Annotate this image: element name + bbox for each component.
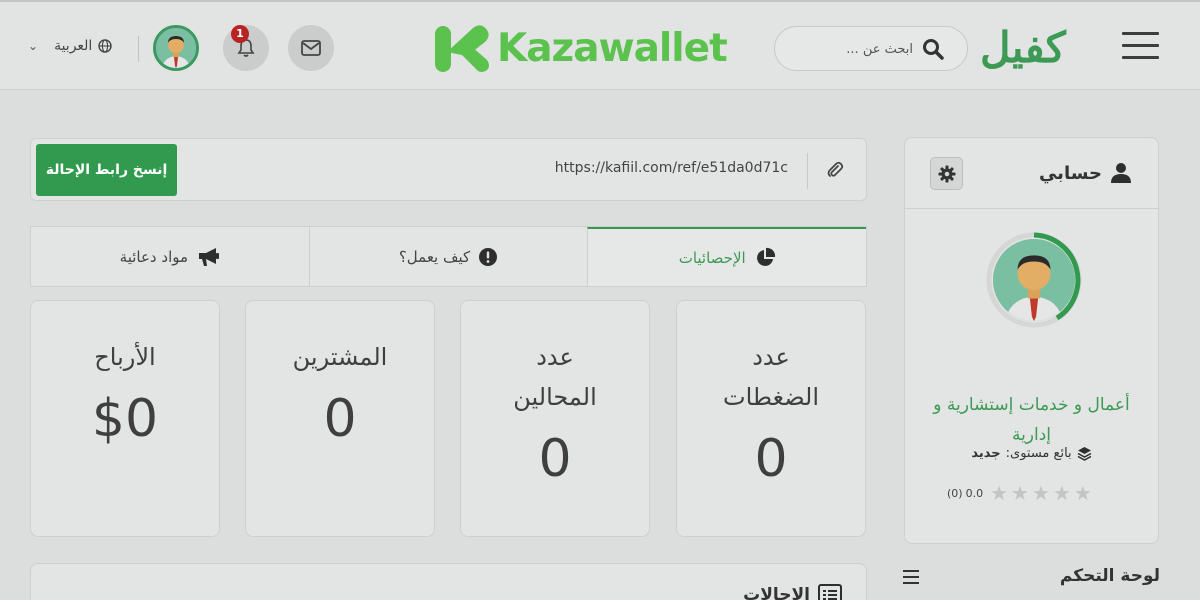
kazawallet-mark-icon <box>435 25 489 72</box>
referrals-panel: الإحالات <box>30 563 867 600</box>
chevron-down-icon: ⌄ <box>28 39 39 53</box>
stat-card-referred: عدد المحالين 0 <box>460 300 650 537</box>
info-icon <box>479 247 498 266</box>
megaphone-icon <box>199 247 220 266</box>
tab-how-it-works[interactable]: كيف يعمل؟ <box>308 227 588 286</box>
globe-icon <box>98 39 113 53</box>
envelope-icon <box>301 40 321 56</box>
stat-label: عدد المحالين <box>513 343 597 411</box>
stat-label: الأرباح <box>94 343 156 371</box>
kazawallet-logo[interactable]: Kazawallet <box>433 22 728 76</box>
tab-how-label: كيف يعمل؟ <box>398 247 471 266</box>
gear-icon <box>938 165 955 182</box>
seller-name-link[interactable]: أعمال و خدمات إستشارية و إدارية <box>915 390 1148 450</box>
stat-card-buyers: المشترين 0 <box>245 300 435 537</box>
seller-rating: (0) 0.0 ★ ★ ★ ★ ★ <box>947 482 1092 504</box>
language-selector[interactable]: العربية ⌄ <box>28 38 113 54</box>
dashboard-menu-icon[interactable] <box>903 570 919 588</box>
tab-stats-label: الإحصائيات <box>678 248 746 267</box>
stat-value: $0 <box>91 389 159 449</box>
hamburger-icon[interactable] <box>1122 32 1159 68</box>
level-label: بائع مستوى: <box>1005 446 1072 461</box>
seller-level: بائع مستوى: جديد <box>915 446 1148 461</box>
stat-card-earnings: الأرباح $0 <box>30 300 220 537</box>
search-icon[interactable] <box>921 37 945 61</box>
stats-tabs: مواد دعائية كيف يعمل؟ الإحصائيات <box>30 226 867 287</box>
stat-label: المشترين <box>292 343 388 371</box>
copy-referral-link-button[interactable]: إنسخ رابط الإحالة <box>36 144 177 196</box>
rating-stars: ★ ★ ★ ★ ★ <box>990 482 1092 504</box>
dashboard-title: لوحة التحكم <box>1059 566 1160 586</box>
language-label: العربية <box>54 38 93 54</box>
messages-button[interactable] <box>288 25 334 71</box>
tab-promo-label: مواد دعائية <box>119 247 189 266</box>
search-box[interactable] <box>774 26 968 71</box>
referral-link-bar: إنسخ رابط الإحالة https://kafiil.com/ref… <box>30 138 867 201</box>
rating-count: (0) <box>947 486 963 500</box>
stat-value: 0 <box>538 429 572 489</box>
settings-button[interactable] <box>930 157 963 190</box>
pie-chart-icon <box>756 247 775 266</box>
level-value: جديد <box>971 446 1001 461</box>
referrals-title-text: الإحالات <box>743 585 810 600</box>
account-title-text: حسابي <box>1038 162 1102 184</box>
user-avatar[interactable] <box>153 25 199 71</box>
stat-value: 0 <box>754 429 788 489</box>
star-icon: ★ <box>1011 481 1029 505</box>
header-divider <box>138 36 139 62</box>
referrals-panel-title: الإحالات <box>743 584 842 600</box>
avatar-image <box>156 28 196 68</box>
paperclip-icon <box>827 161 844 177</box>
notification-badge: 1 <box>231 25 249 43</box>
list-icon <box>818 584 842 600</box>
star-icon: ★ <box>990 481 1009 505</box>
referral-url[interactable]: https://kafiil.com/ref/e51da0d71c <box>555 160 788 176</box>
search-input[interactable] <box>803 39 913 59</box>
kazawallet-wordmark: Kazawallet <box>497 26 728 71</box>
account-title: حسابي <box>1039 162 1132 184</box>
stat-card-clicks: عدد الضغطات 0 <box>676 300 866 537</box>
tab-statistics[interactable]: الإحصائيات <box>587 227 867 286</box>
tab-promo-materials[interactable]: مواد دعائية <box>31 227 309 286</box>
user-icon <box>1111 163 1131 183</box>
profile-avatar[interactable] <box>993 239 1075 321</box>
top-header: كفيل Kazawallet 1 العربية ⌄ <box>0 0 1200 90</box>
referral-divider <box>807 153 808 189</box>
account-card-header: حسابي <box>905 138 1158 209</box>
star-icon: ★ <box>1052 481 1071 505</box>
layers-icon <box>1077 447 1092 461</box>
rating-score: 0.0 <box>965 486 984 500</box>
kafiil-logo[interactable]: كفيل <box>980 20 1067 76</box>
star-icon: ★ <box>1031 481 1050 505</box>
stat-value: 0 <box>323 389 357 449</box>
account-card: حسابي أعمال و خدمات إستشارية و إدارية با… <box>904 137 1159 544</box>
stat-label: عدد الضغطات <box>723 343 819 411</box>
star-icon: ★ <box>1073 481 1092 505</box>
avatar-image <box>993 239 1075 321</box>
